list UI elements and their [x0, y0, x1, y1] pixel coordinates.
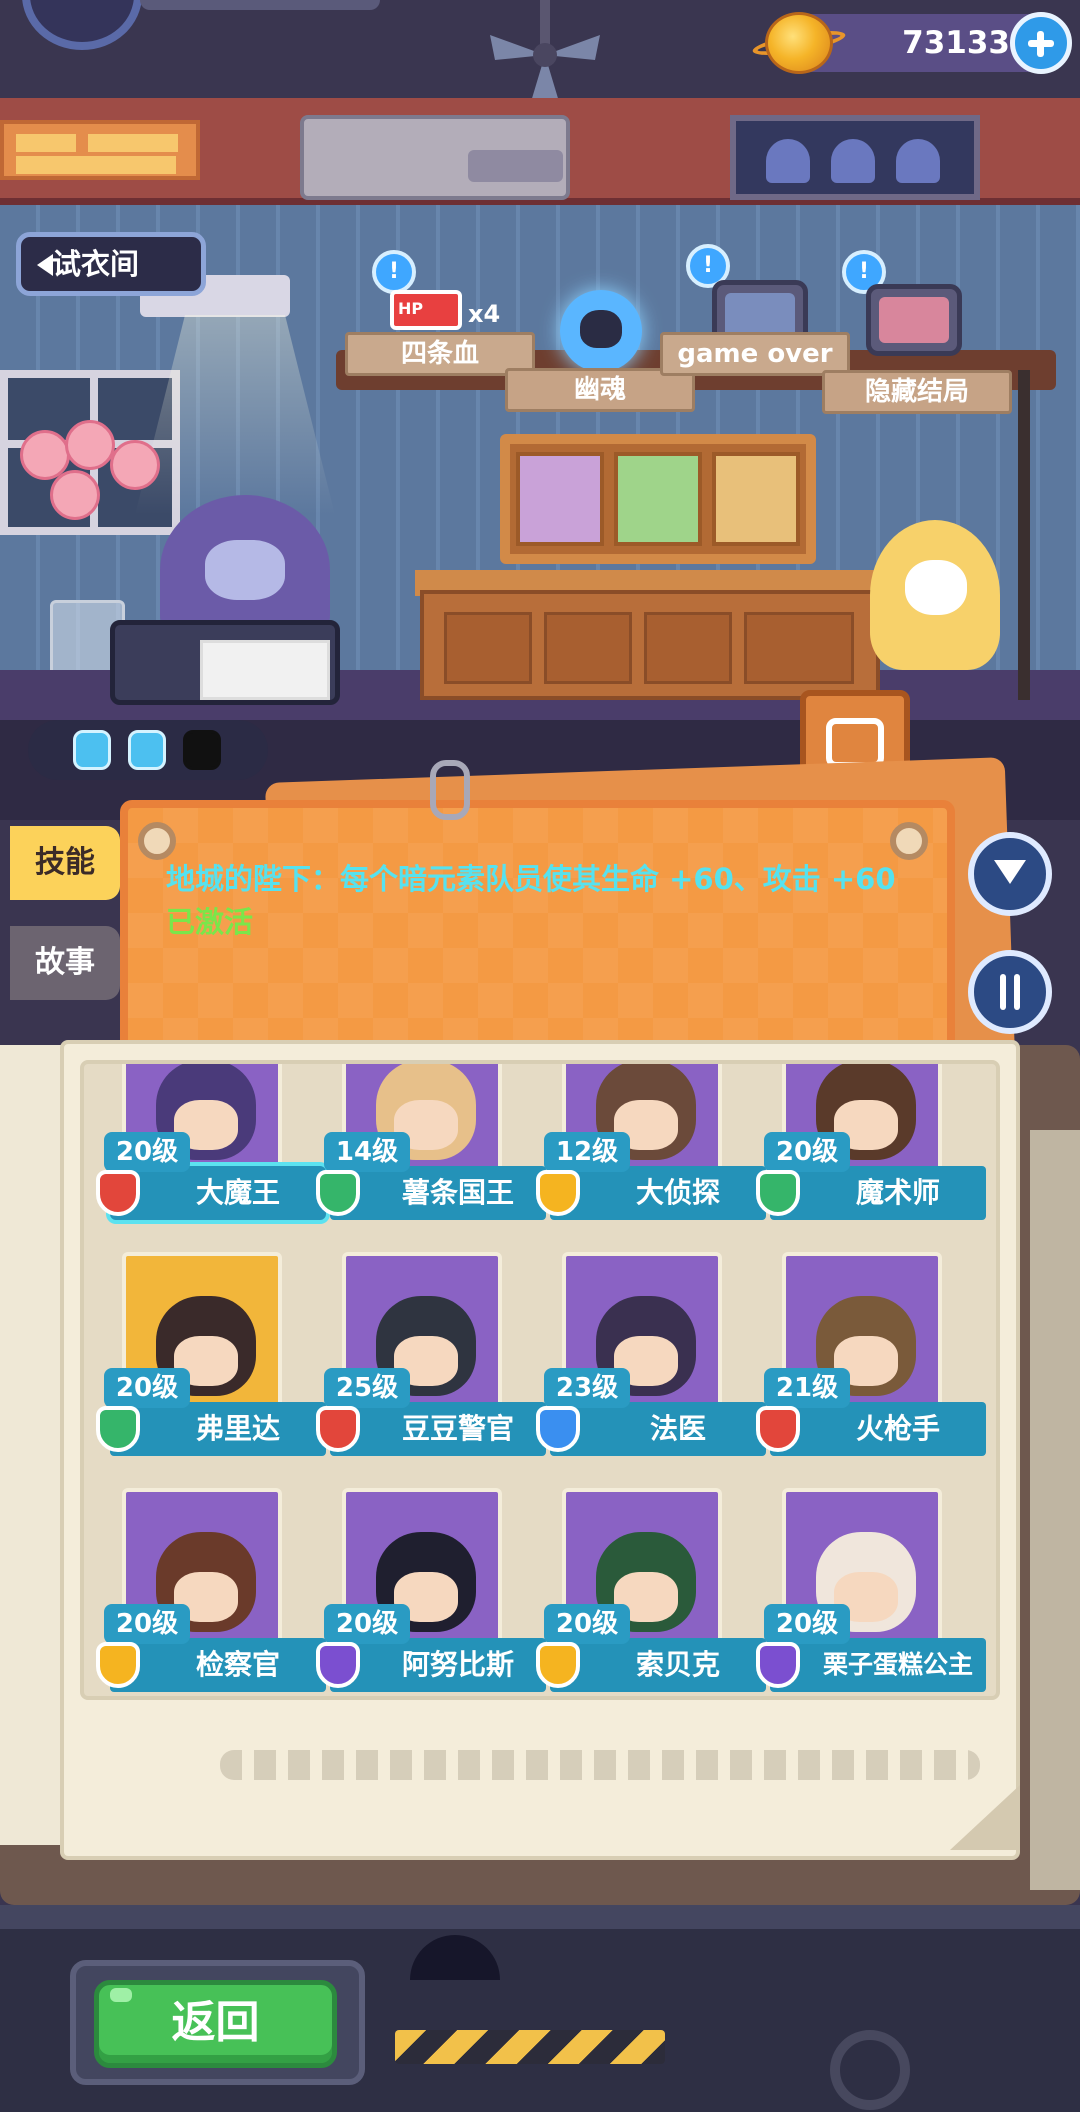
- character-name: 魔术师: [855, 1176, 940, 1209]
- character-card[interactable]: 20级 索贝克: [536, 1478, 766, 1696]
- character-card[interactable]: 14级 薯条国王: [316, 1064, 546, 1230]
- tulips-icon: [10, 420, 170, 530]
- lightning-icon: [73, 730, 111, 770]
- sort-button[interactable]: [968, 950, 1052, 1034]
- frame-slot: [516, 452, 604, 546]
- frame-slot: [614, 452, 702, 546]
- desk: [420, 590, 880, 700]
- tab-skill[interactable]: 技能: [10, 826, 120, 900]
- hp-count: x4: [468, 300, 501, 328]
- ceiling-fan-icon: [490, 0, 600, 105]
- printer-paper: [200, 640, 330, 700]
- character-name: 火枪手: [855, 1412, 940, 1445]
- back-arrow-icon: [37, 254, 53, 276]
- ghost-icon: [766, 139, 810, 183]
- lightning-icon: [128, 730, 166, 770]
- ghost-icon: [831, 139, 875, 183]
- character-grid: 20级 大魔王 14级 薯条国王 12级 大侦探 20级 魔术师 20级 弗里达 25级 豆豆警官 23…: [80, 1060, 1000, 1700]
- bottom-trim: [0, 1905, 1080, 1929]
- book-spine: [1030, 1130, 1080, 1890]
- element-shield-icon: [96, 1406, 140, 1452]
- character-card[interactable]: 20级 检察官: [96, 1478, 326, 1696]
- vent-icon: [468, 150, 563, 182]
- element-shield-icon: [96, 1170, 140, 1216]
- character-name: 索贝克: [635, 1648, 720, 1681]
- paper-clip-icon: [430, 760, 470, 820]
- element-shield-icon: [316, 1170, 360, 1216]
- plus-icon[interactable]: [1010, 12, 1072, 74]
- character-name: 薯条国王: [401, 1176, 514, 1209]
- element-shield-icon: [756, 1170, 800, 1216]
- achievement-plaque[interactable]: game over: [660, 332, 850, 376]
- planet-coin-icon: [765, 12, 833, 74]
- top-left-pill: [140, 0, 380, 10]
- character-face: [205, 540, 285, 600]
- filter-button[interactable]: [968, 832, 1052, 916]
- sort-icon: [994, 974, 1026, 1010]
- dressing-room-label: 试衣间: [52, 247, 140, 281]
- character-card[interactable]: 20级 大魔王: [96, 1064, 326, 1230]
- frame-slot: [712, 452, 800, 546]
- character-frame-case: [500, 434, 816, 564]
- character-card[interactable]: 21级 火枪手: [756, 1242, 986, 1466]
- skull-face: [905, 560, 967, 615]
- achievement-plaque[interactable]: 隐藏结局: [822, 370, 1012, 414]
- skull-face: [580, 310, 622, 348]
- element-shield-icon: [756, 1642, 800, 1688]
- character-name: 法医: [649, 1412, 706, 1445]
- character-card[interactable]: 25级 豆豆警官: [316, 1242, 546, 1466]
- character-card[interactable]: 20级 魔术师: [756, 1064, 986, 1230]
- energy-bar: [28, 720, 268, 780]
- button-gleam: [110, 1988, 132, 2002]
- hazard-stripe: [395, 2030, 665, 2064]
- shelf-panel: [0, 120, 200, 180]
- character-name: 阿努比斯: [401, 1648, 514, 1681]
- element-shield-icon: [96, 1642, 140, 1688]
- element-shield-icon: [316, 1406, 360, 1452]
- element-shield-icon: [536, 1170, 580, 1216]
- character-name: 弗里达: [195, 1412, 280, 1445]
- element-shield-icon: [316, 1642, 360, 1688]
- hint-bubble-icon[interactable]: [372, 250, 416, 294]
- character-name: 栗子蛋糕公主: [822, 1650, 973, 1679]
- coat-rack: [1018, 370, 1030, 700]
- tab-story[interactable]: 故事: [10, 926, 120, 1000]
- element-shield-icon: [536, 1406, 580, 1452]
- ghost-icon: [896, 139, 940, 183]
- hp-battery-icon: HP: [390, 290, 462, 330]
- character-card[interactable]: 20级 阿努比斯: [316, 1478, 546, 1696]
- character-name: 大魔王: [195, 1176, 280, 1209]
- element-shield-icon: [756, 1406, 800, 1452]
- chat-bubble-icon: [826, 718, 884, 768]
- hidden-ending-tv-icon: [866, 284, 962, 356]
- gear-icon: [830, 2030, 910, 2110]
- blurred-story-text: [220, 1750, 980, 1780]
- character-card[interactable]: 20级 弗里达: [96, 1242, 326, 1466]
- pin-icon: [138, 822, 176, 860]
- character-card[interactable]: 23级 法医: [536, 1242, 766, 1466]
- filter-icon: [994, 860, 1026, 884]
- character-name: 检察官: [195, 1648, 280, 1681]
- character-card[interactable]: 12级 大侦探: [536, 1064, 766, 1230]
- ghost-display: [730, 115, 980, 200]
- character-name: 大侦探: [635, 1176, 720, 1209]
- character-name: 豆豆警官: [401, 1412, 514, 1445]
- character-card[interactable]: 20级 栗子蛋糕公主: [756, 1478, 986, 1696]
- skill-status: 已激活: [166, 905, 254, 939]
- pin-icon: [890, 822, 928, 860]
- skill-description: 地城的陛下：每个暗元素队员使其生命 +60、攻击 +60 已激活: [166, 862, 896, 939]
- coin-value: 73133: [902, 25, 1010, 61]
- empty-energy-slot: [183, 730, 221, 770]
- element-shield-icon: [536, 1642, 580, 1688]
